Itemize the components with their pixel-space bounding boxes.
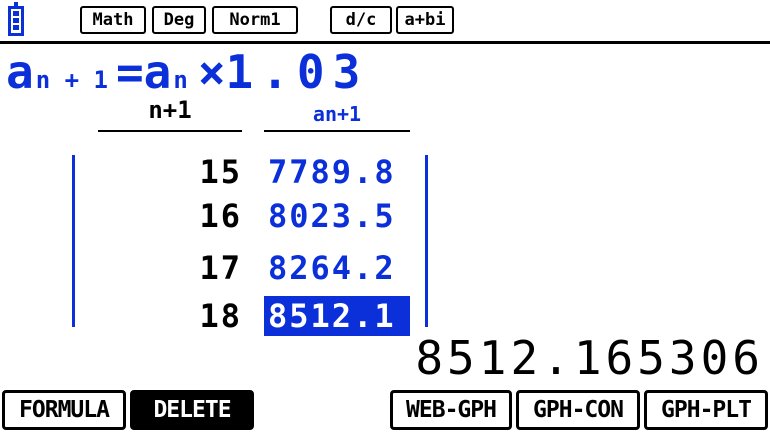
formula-button[interactable]: FORMULA [2,390,126,430]
table-row[interactable]: 17 8264.2 [0,248,770,288]
recursion-formula: an + 1 =an ×1.03 [6,44,368,100]
formula-lhs-subscript: n + 1 [35,66,108,94]
formula-rhs-var: a [143,45,172,99]
table-row[interactable]: 15 7789.8 [0,152,770,192]
current-value-readout: 8512.165306 [415,331,764,385]
web-graph-button[interactable]: WEB-GPH [390,390,512,430]
formula-factor: 1.03 [225,45,369,99]
table-cell-a[interactable]: 8023.5 [264,196,410,236]
display-mode-badge: Norm1 [212,6,298,34]
status-bar: Math Deg Norm1 d/c a+bi [0,0,770,44]
graph-connect-button[interactable]: GPH-CON [516,390,640,430]
battery-icon [8,2,24,36]
angle-mode-badge: Deg [152,6,206,34]
graph-plot-button[interactable]: GPH-PLT [644,390,768,430]
table-row[interactable]: 18 8512.1 [0,296,770,336]
complex-mode-badge: a+bi [396,6,454,34]
formula-rhs-subscript: n [173,66,188,94]
formula-operator: × [197,45,226,99]
table-row[interactable]: 16 8023.5 [0,196,770,236]
table-cell-a-selected[interactable]: 8512.1 [264,296,410,336]
table-cell-n[interactable]: 15 [150,152,242,192]
math-mode-badge: Math [80,6,146,34]
table-cell-a[interactable]: 8264.2 [264,248,410,288]
fraction-mode-badge: d/c [330,6,392,34]
column-header-a-underline [264,130,410,132]
table-cell-n[interactable]: 18 [150,296,242,336]
column-header-n: n+1 [148,96,192,124]
table-cell-n[interactable]: 17 [150,248,242,288]
table-cell-n[interactable]: 16 [150,196,242,236]
formula-lhs-var: a [6,45,34,99]
column-header-n-underline [98,130,242,132]
delete-button[interactable]: DELETE [130,390,254,430]
table-cell-a[interactable]: 7789.8 [264,152,410,192]
formula-equals: = [115,45,144,99]
column-header-a: an+1 [312,102,362,126]
